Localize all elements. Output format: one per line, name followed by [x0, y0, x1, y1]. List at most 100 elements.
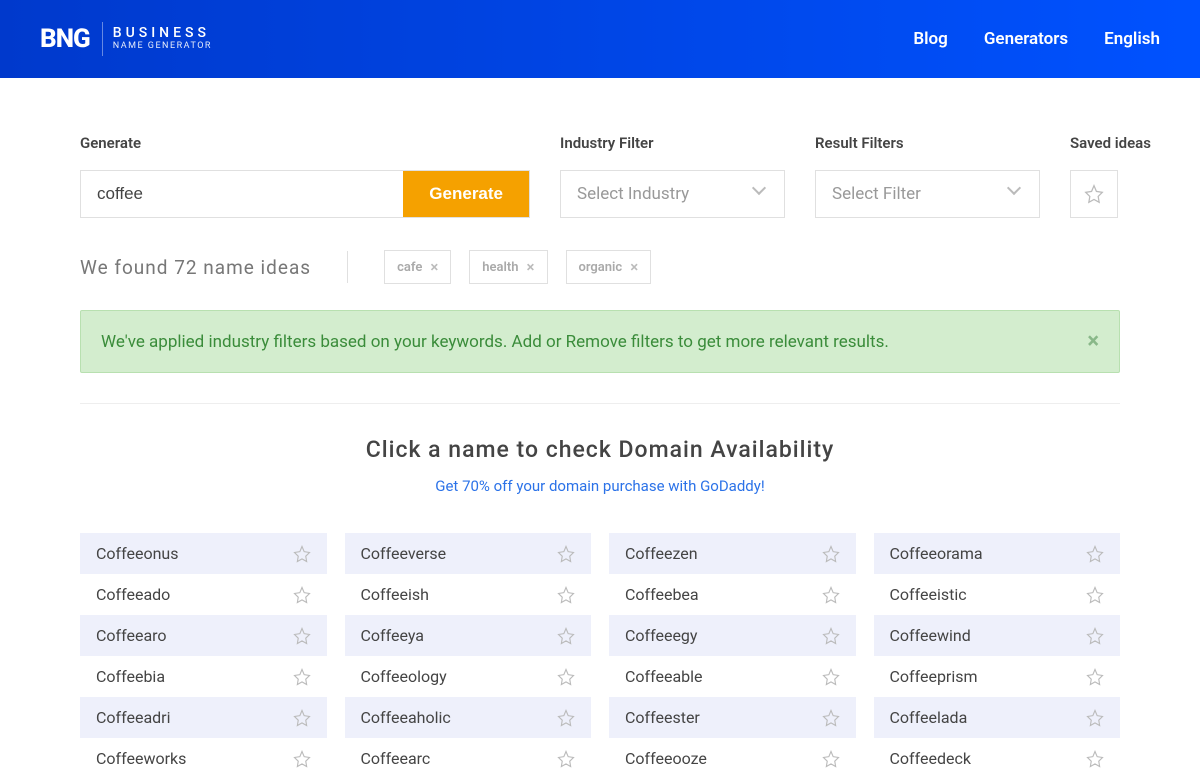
- close-icon[interactable]: ×: [430, 258, 438, 276]
- star-icon[interactable]: [822, 545, 840, 563]
- logo[interactable]: BNG BUSINESS NAME GENERATOR: [40, 22, 212, 56]
- name-text: Coffeearo: [96, 626, 167, 645]
- name-result[interactable]: Coffeeology: [345, 656, 592, 697]
- name-text: Coffeeish: [361, 585, 429, 604]
- results-bar: We found 72 name ideas cafe×health×organ…: [80, 250, 1120, 284]
- chevron-down-icon: [754, 187, 768, 201]
- filter-chips: cafe × health × organic ×: [384, 250, 651, 284]
- name-result[interactable]: Coffeeonus: [80, 533, 327, 574]
- star-icon[interactable]: [1086, 750, 1104, 768]
- star-icon[interactable]: [822, 709, 840, 727]
- name-result[interactable]: Coffeeable: [609, 656, 856, 697]
- star-icon: [1084, 184, 1104, 204]
- chip-label: health: [482, 260, 518, 275]
- name-result[interactable]: Coffeeorama: [874, 533, 1121, 574]
- header: BNG BUSINESS NAME GENERATOR Blog Generat…: [0, 0, 1200, 78]
- name-result[interactable]: Coffeeworks: [80, 738, 327, 779]
- filter-chip[interactable]: organic ×: [566, 250, 652, 284]
- saved-ideas-button[interactable]: [1070, 170, 1118, 218]
- star-icon[interactable]: [1086, 545, 1104, 563]
- result-select[interactable]: Select Filter: [815, 170, 1040, 218]
- name-text: Coffeeooze: [625, 749, 707, 768]
- name-result[interactable]: Coffeeprism: [874, 656, 1121, 697]
- star-icon[interactable]: [557, 709, 575, 727]
- generate-button[interactable]: Generate: [403, 171, 529, 217]
- name-result[interactable]: Coffeezen: [609, 533, 856, 574]
- star-icon[interactable]: [293, 668, 311, 686]
- industry-placeholder: Select Industry: [577, 184, 689, 204]
- nav-language[interactable]: English: [1104, 29, 1160, 49]
- close-icon[interactable]: ×: [630, 258, 638, 276]
- generate-input[interactable]: [81, 171, 403, 217]
- name-result[interactable]: Coffeeado: [80, 574, 327, 615]
- name-text: Coffeeadri: [96, 708, 170, 727]
- star-icon[interactable]: [1086, 709, 1104, 727]
- industry-filter-group: Industry Filter Select Industry: [560, 134, 785, 218]
- name-result[interactable]: Coffeester: [609, 697, 856, 738]
- generate-group: Generate Generate: [80, 134, 530, 218]
- result-filter-group: Result Filters Select Filter: [815, 134, 1040, 218]
- name-result[interactable]: Coffeearo: [80, 615, 327, 656]
- star-icon[interactable]: [822, 627, 840, 645]
- name-text: Coffeeology: [361, 667, 447, 686]
- star-icon[interactable]: [557, 627, 575, 645]
- name-result[interactable]: Coffeeaholic: [345, 697, 592, 738]
- star-icon[interactable]: [1086, 586, 1104, 604]
- star-icon[interactable]: [293, 545, 311, 563]
- star-icon[interactable]: [293, 627, 311, 645]
- name-result[interactable]: Coffeeadri: [80, 697, 327, 738]
- name-result[interactable]: Coffeebia: [80, 656, 327, 697]
- filter-chip[interactable]: health ×: [469, 250, 547, 284]
- domain-offer-link[interactable]: Get 70% off your domain purchase with Go…: [80, 477, 1120, 495]
- name-text: Coffeearc: [361, 749, 431, 768]
- name-result[interactable]: Coffeeooze: [609, 738, 856, 779]
- industry-filter-label: Industry Filter: [560, 134, 785, 152]
- divider-line: [80, 403, 1120, 404]
- name-result[interactable]: Coffeearc: [345, 738, 592, 779]
- saved-ideas-group: Saved ideas: [1070, 134, 1151, 218]
- star-icon[interactable]: [1086, 668, 1104, 686]
- nav-blog[interactable]: Blog: [913, 29, 948, 49]
- name-grid: Coffeeonus Coffeeverse Coffeezen Coffeeoram…: [80, 533, 1120, 779]
- saved-ideas-label: Saved ideas: [1070, 134, 1151, 152]
- name-text: Coffeedeck: [890, 749, 971, 768]
- chip-label: organic: [579, 260, 623, 275]
- results-count: We found 72 name ideas: [80, 256, 311, 279]
- close-icon[interactable]: ×: [1087, 329, 1099, 354]
- name-text: Coffeeegy: [625, 626, 697, 645]
- divider: [347, 251, 348, 283]
- star-icon[interactable]: [557, 750, 575, 768]
- star-icon[interactable]: [293, 586, 311, 604]
- filter-chip[interactable]: cafe ×: [384, 250, 451, 284]
- name-text: Coffeeaholic: [361, 708, 451, 727]
- star-icon[interactable]: [293, 750, 311, 768]
- name-text: Coffeewind: [890, 626, 971, 645]
- chip-label: cafe: [397, 260, 422, 275]
- star-icon[interactable]: [557, 668, 575, 686]
- name-text: Coffeeverse: [361, 544, 447, 563]
- name-result[interactable]: Coffeewind: [874, 615, 1121, 656]
- name-result[interactable]: Coffeedeck: [874, 738, 1121, 779]
- star-icon[interactable]: [1086, 627, 1104, 645]
- close-icon[interactable]: ×: [527, 258, 535, 276]
- star-icon[interactable]: [557, 545, 575, 563]
- name-result[interactable]: Coffeeya: [345, 615, 592, 656]
- name-result[interactable]: Coffeeegy: [609, 615, 856, 656]
- name-result[interactable]: Coffeeverse: [345, 533, 592, 574]
- name-text: Coffeeorama: [890, 544, 983, 563]
- name-result[interactable]: Coffeeistic: [874, 574, 1121, 615]
- star-icon[interactable]: [822, 668, 840, 686]
- star-icon[interactable]: [822, 750, 840, 768]
- nav-generators[interactable]: Generators: [984, 29, 1068, 49]
- name-result[interactable]: Coffeeish: [345, 574, 592, 615]
- star-icon[interactable]: [557, 586, 575, 604]
- name-text: Coffeelada: [890, 708, 968, 727]
- star-icon[interactable]: [822, 586, 840, 604]
- alert-text: We've applied industry filters based on …: [101, 332, 889, 352]
- name-text: Coffeezen: [625, 544, 698, 563]
- industry-select[interactable]: Select Industry: [560, 170, 785, 218]
- name-text: Coffeeya: [361, 626, 425, 645]
- name-result[interactable]: Coffeelada: [874, 697, 1121, 738]
- name-result[interactable]: Coffeebea: [609, 574, 856, 615]
- star-icon[interactable]: [293, 709, 311, 727]
